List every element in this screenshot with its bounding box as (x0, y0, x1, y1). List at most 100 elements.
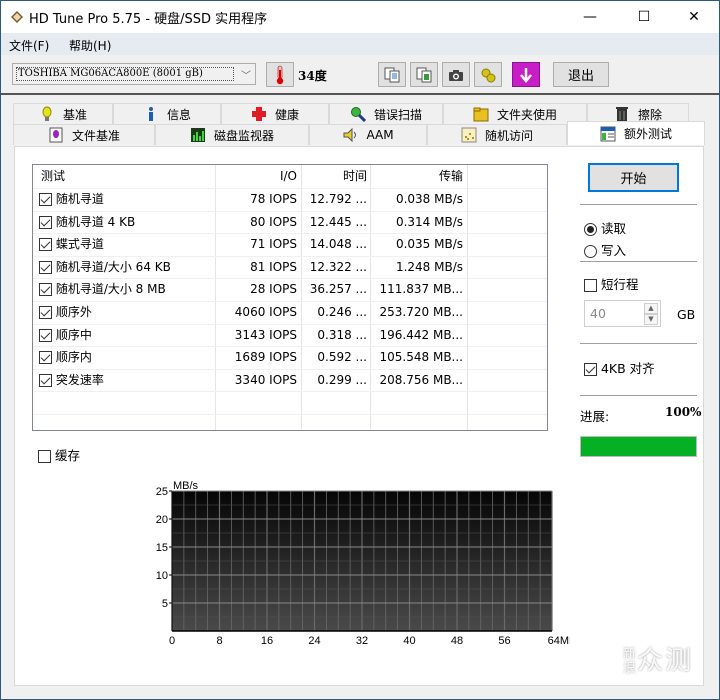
window-title: HD Tune Pro 5.75 - 硬盘/SSD 实用程序 (29, 12, 268, 27)
column-header-time[interactable]: 时间 (303, 165, 367, 188)
divider (580, 261, 697, 262)
io-cell: 80 IOPS (250, 214, 297, 229)
row-checkbox[interactable] (39, 328, 52, 342)
tabs-row-2: 文件基准 磁盘监视器 AAM 随机访问 额外测试 (13, 121, 705, 145)
tab-benchmark[interactable]: 基准 (13, 103, 113, 124)
table-row[interactable]: 随机寻道 4 KB 80 IOPS 12.445 ... 0.314 MB/s (33, 211, 547, 234)
short-stroke-spinner[interactable]: 40 ▲ ▼ (584, 300, 661, 327)
start-button[interactable]: 开始 (588, 163, 679, 192)
spinner-up-icon[interactable]: ▲ (644, 303, 658, 314)
test-name: 顺序内 (55, 350, 92, 365)
tab-random-access[interactable]: 随机访问 (427, 124, 567, 145)
title-bar: HD Tune Pro 5.75 - 硬盘/SSD 实用程序 — ☐ ✕ (1, 1, 719, 33)
screenshot-button[interactable] (442, 62, 470, 87)
time-cell: 36.257 ... (309, 282, 367, 297)
close-button[interactable]: ✕ (671, 1, 717, 33)
table-row[interactable]: 突发速率 3340 IOPS 0.299 ... 208.756 MB... (33, 369, 547, 392)
folder-icon (473, 107, 489, 122)
exit-button[interactable]: 退出 (553, 62, 609, 87)
thermometer-icon (276, 65, 284, 84)
cache-checkbox[interactable]: 缓存 (38, 445, 80, 464)
table-row[interactable]: 随机寻道/大小 64 KB 81 IOPS 12.322 ... 1.248 MB/s (33, 256, 547, 279)
row-checkbox[interactable] (39, 215, 52, 229)
row-checkbox[interactable] (39, 193, 52, 206)
toolbar: TOSHIBA MG06ACA800E (8001 gB) ﹀ 34度 退出 (1, 55, 719, 95)
tab-health[interactable]: 健康 (221, 103, 329, 124)
tab-file-benchmark[interactable]: 文件基准 (13, 124, 155, 145)
app-logo-icon (11, 11, 23, 23)
short-stroke-checkbox[interactable]: 短行程 (584, 274, 639, 293)
x-tick-label: 64MB (548, 635, 570, 647)
tab-disk-monitor[interactable]: 磁盘监视器 (155, 124, 309, 145)
copy-text-button[interactable] (378, 62, 406, 87)
options-button[interactable] (474, 62, 502, 87)
column-header-io[interactable]: I/O (217, 165, 297, 188)
column-header-transfer[interactable]: 传输 (373, 165, 463, 188)
test-cell: 随机寻道 (39, 188, 215, 211)
read-radio[interactable]: 读取 (584, 218, 626, 237)
minimize-button[interactable]: — (567, 1, 613, 33)
table-row[interactable]: 随机寻道/大小 8 MB 28 IOPS 36.257 ... 111.837 MB.… (33, 278, 547, 301)
spinner-down-icon[interactable]: ▼ (644, 314, 658, 325)
io-cell: 3340 IOPS (234, 372, 297, 387)
column-header-test[interactable]: 测试 (41, 165, 211, 188)
y-tick-label: 5 (162, 598, 168, 610)
tab-info[interactable]: 信息 (113, 103, 221, 124)
tab-label: 随机访问 (484, 128, 533, 143)
row-checkbox[interactable] (39, 283, 52, 297)
x-tick-label: 24 (308, 635, 320, 647)
maximize-button[interactable]: ☐ (621, 1, 667, 33)
transfer-cell: 105.548 MB... (379, 350, 463, 365)
transfer-cell: 111.837 MB... (379, 282, 463, 297)
tab-label: 健康 (274, 107, 299, 122)
maximize-icon: ☐ (637, 9, 651, 25)
copy-text-icon (384, 67, 400, 82)
transfer-cell: 196.442 MB... (379, 327, 463, 342)
io-cell: 78 IOPS (250, 192, 297, 206)
table-row[interactable]: 顺序外 4060 IOPS 0.246 ... 253.720 MB... (33, 301, 547, 324)
menu-file[interactable]: 文件(F) (9, 37, 49, 54)
results-list[interactable]: 测试 I/O 时间 传输 随机寻道 78 IOPS 12.792 ... 0.038 … (32, 164, 548, 431)
write-radio[interactable]: 写入 (584, 240, 626, 259)
y-tick-label: 15 (156, 542, 168, 554)
chevron-down-icon: ﹀ (241, 71, 251, 82)
drive-select[interactable]: TOSHIBA MG06ACA800E (8001 gB) ﹀ (12, 63, 256, 85)
extra-tests-icon (600, 126, 616, 141)
copy-screenshot-button[interactable] (410, 62, 438, 87)
row-checkbox[interactable] (39, 306, 52, 319)
transfer-cell: 253.720 MB... (379, 305, 463, 319)
tab-label: 文件基准 (71, 128, 120, 143)
y-tick-label: 25 (156, 486, 168, 498)
tab-label: 错误扫描 (373, 107, 422, 122)
align-4kb-checkbox[interactable]: 4KB 对齐 (584, 358, 655, 377)
speaker-icon (343, 127, 357, 143)
watermark-small: 新浪 (622, 646, 638, 676)
row-checkbox[interactable] (39, 260, 52, 274)
x-tick-label: 16 (261, 635, 273, 647)
table-row[interactable]: 蝶式寻道 71 IOPS 14.048 ... 0.035 MB/s (33, 233, 547, 256)
short-stroke-value: 40 (590, 306, 606, 321)
tab-extra-tests[interactable]: 额外测试 (567, 121, 705, 145)
x-tick-label: 56 (498, 635, 510, 647)
io-cell: 28 IOPS (250, 282, 297, 297)
read-label: 读取 (600, 221, 626, 236)
tab-aam[interactable]: AAM (309, 124, 427, 145)
x-tick-label: 0 (169, 635, 175, 647)
row-checkbox[interactable] (39, 238, 52, 252)
test-cell: 随机寻道/大小 8 MB (39, 278, 215, 301)
table-row[interactable]: 随机寻道 78 IOPS 12.792 ... 0.038 MB/s (33, 188, 547, 211)
tab-folder-usage[interactable]: 文件夹使用 (443, 103, 587, 124)
menu-help[interactable]: 帮助(H) (69, 37, 111, 54)
close-icon: ✕ (688, 9, 700, 25)
temperature-button[interactable] (266, 62, 294, 87)
cache-chart-svg: 5 10 15 20 25 0 8 16 24 32 40 48 56 64MB MB/s (156, 480, 577, 647)
table-row[interactable]: 顺序中 3143 IOPS 0.318 ... 196.442 MB... (33, 324, 547, 347)
table-row[interactable]: 顺序内 1689 IOPS 0.592 ... 105.548 MB... (33, 346, 547, 369)
x-tick-label: 48 (451, 635, 463, 647)
row-checkbox[interactable] (39, 351, 52, 365)
transfer-cell: 0.035 MB/s (395, 237, 463, 252)
tab-error-scan[interactable]: 错误扫描 (329, 103, 443, 124)
save-button[interactable] (512, 62, 540, 87)
random-access-icon (461, 127, 477, 143)
row-checkbox[interactable] (39, 373, 52, 387)
